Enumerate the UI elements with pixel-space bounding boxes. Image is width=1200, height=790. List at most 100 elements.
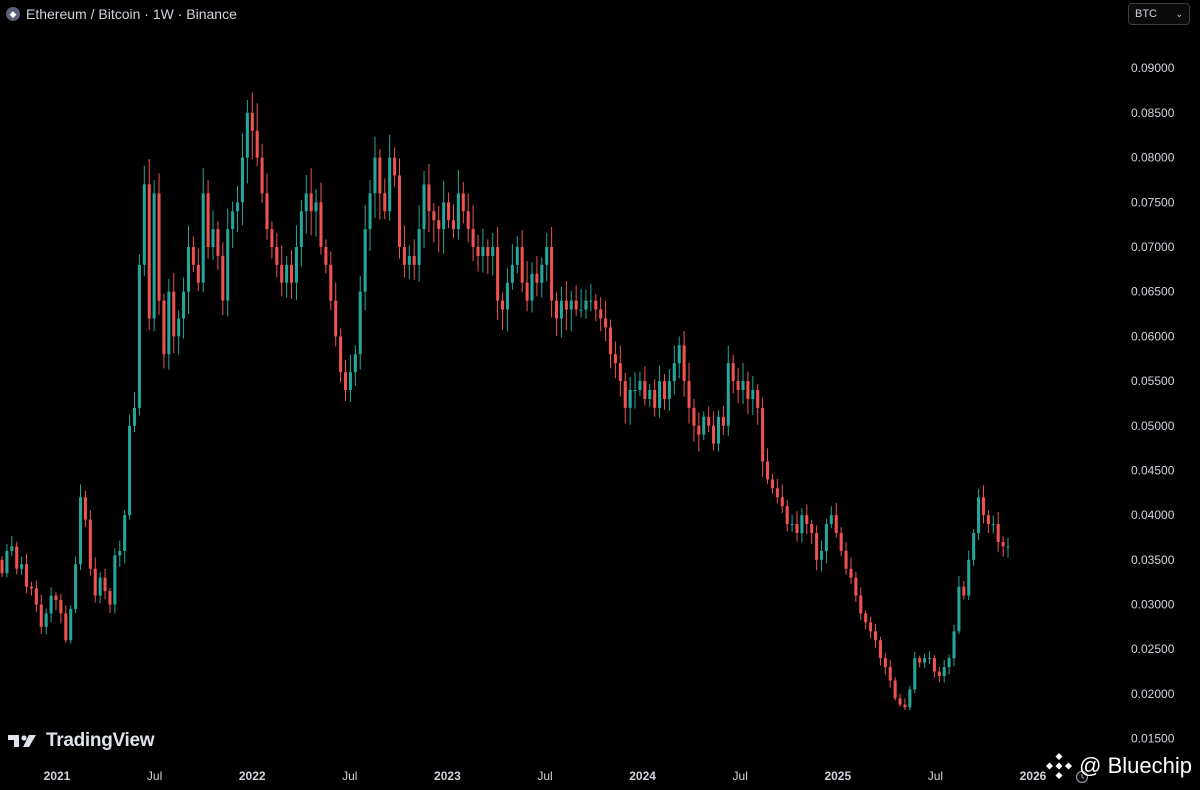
candle-up xyxy=(1006,546,1010,548)
candle-down xyxy=(888,667,892,681)
candle-up xyxy=(132,407,137,426)
candle-up xyxy=(672,363,676,382)
candle-down xyxy=(108,591,112,605)
candle-up xyxy=(977,497,981,534)
candle-up xyxy=(947,658,951,668)
candle-up xyxy=(515,246,519,265)
candle-down xyxy=(962,586,966,596)
candle-up xyxy=(123,515,127,551)
price-tick-label: 0.05500 xyxy=(1131,374,1175,388)
candle-up xyxy=(824,524,828,551)
candle-down xyxy=(501,300,505,310)
candle-up xyxy=(972,533,976,560)
candle-down xyxy=(412,255,416,265)
candle-up xyxy=(407,255,411,265)
candle-up xyxy=(942,667,946,677)
candle-up xyxy=(240,157,244,203)
candle-down xyxy=(59,600,63,614)
currency-select[interactable]: BTC ⌄ xyxy=(1128,3,1190,25)
candle-up xyxy=(358,291,362,355)
price-tick-label: 0.04500 xyxy=(1131,463,1175,477)
candle-down xyxy=(903,704,907,708)
candle-up xyxy=(584,300,588,310)
price-tick-label: 0.01500 xyxy=(1131,732,1175,746)
candle-down xyxy=(878,640,882,659)
candle-down xyxy=(599,309,603,319)
candle-down xyxy=(795,524,799,534)
candle-up xyxy=(20,564,24,569)
candle-up xyxy=(363,229,367,292)
candle-up xyxy=(716,416,720,444)
candle-series xyxy=(0,92,1010,711)
price-tick-label: 0.08500 xyxy=(1131,106,1175,120)
candle-down xyxy=(383,193,387,212)
symbol-header[interactable]: ◆ Ethereum / Bitcoin · 1W · Binance xyxy=(6,4,237,24)
time-tick-label: Jul xyxy=(537,769,552,783)
candle-down xyxy=(898,698,902,705)
candle-up xyxy=(78,497,83,565)
candle-down xyxy=(29,586,33,589)
candle-up xyxy=(294,246,298,283)
time-tick-label: 2026 xyxy=(1020,769,1047,783)
candle-down xyxy=(147,184,151,319)
candle-down xyxy=(275,246,279,265)
candle-down xyxy=(206,193,210,247)
candle-up xyxy=(231,211,235,230)
candle-up xyxy=(353,354,357,373)
candle-down xyxy=(432,211,436,221)
candle-up xyxy=(348,372,352,390)
candle-up xyxy=(142,184,146,265)
candle-up xyxy=(299,211,303,247)
candle-down xyxy=(270,229,274,247)
watermark: @ Bluechip xyxy=(1045,752,1192,780)
binance-square-icon xyxy=(1046,752,1073,780)
time-tick-label: Jul xyxy=(342,769,357,783)
candle-up xyxy=(98,577,102,596)
candle-down xyxy=(172,291,176,337)
candle-down xyxy=(697,425,701,435)
candle-down xyxy=(260,157,264,194)
candle-up xyxy=(285,264,289,283)
candle-up xyxy=(505,282,509,310)
candle-down xyxy=(761,407,765,462)
candle-down xyxy=(255,130,259,158)
price-tick-label: 0.07000 xyxy=(1131,240,1175,254)
candle-down xyxy=(378,157,382,194)
candle-down xyxy=(707,416,711,426)
candle-down xyxy=(869,622,873,632)
candle-down xyxy=(496,246,500,301)
price-tick-label: 0.03000 xyxy=(1131,598,1175,612)
candle-down xyxy=(864,613,868,623)
candle-up xyxy=(923,658,927,663)
candle-down xyxy=(157,193,161,301)
candle-up xyxy=(236,202,240,212)
brand-name: TradingView xyxy=(46,730,155,751)
candle-up xyxy=(182,291,186,319)
candle-down xyxy=(64,613,68,641)
candle-down xyxy=(839,533,843,551)
time-tick-label: Jul xyxy=(733,769,748,783)
candle-up xyxy=(648,390,652,399)
candle-up xyxy=(991,524,995,526)
candle-up xyxy=(481,246,485,256)
candle-up xyxy=(510,264,514,283)
candle-up xyxy=(633,390,637,391)
price-axis[interactable]: 0.09000 0.08500 0.08000 0.07500 0.07000 0.065… xyxy=(1131,61,1175,745)
price-tick-label: 0.03500 xyxy=(1131,553,1175,567)
price-chart[interactable]: 0.09000 0.08500 0.08000 0.07500 0.07000 0.065… xyxy=(0,0,1200,790)
candle-down xyxy=(682,345,686,382)
tradingview-logo[interactable]: TradingView xyxy=(8,730,155,752)
candle-up xyxy=(49,595,53,614)
candle-down xyxy=(461,193,465,212)
candle-up xyxy=(658,381,662,408)
candle-down xyxy=(810,524,814,534)
candle-down xyxy=(981,497,985,516)
candle-up xyxy=(726,363,730,426)
candle-down xyxy=(393,157,397,176)
candle-up xyxy=(422,184,426,230)
candle-up xyxy=(10,546,14,551)
candle-down xyxy=(844,550,848,569)
candle-down xyxy=(608,327,613,355)
candle-up xyxy=(790,524,794,526)
time-axis[interactable]: 2021 Jul 2022 Jul 2023 Jul 2024 Jul 2025 Jul 2026 xyxy=(44,769,1047,783)
